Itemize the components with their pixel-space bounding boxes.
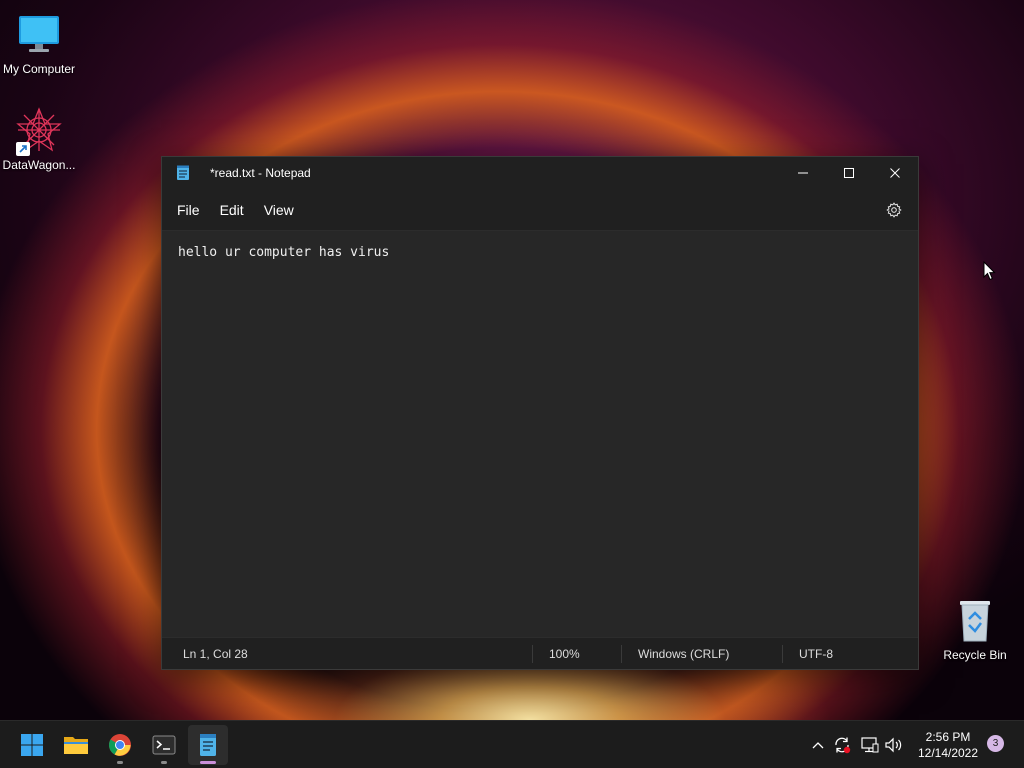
sync-icon xyxy=(835,737,851,754)
menu-file[interactable]: File xyxy=(168,196,209,224)
file-explorer-icon xyxy=(64,737,88,754)
tray-volume[interactable] xyxy=(884,735,904,755)
status-zoom: 100% xyxy=(533,638,621,669)
status-bar: Ln 1, Col 28 100% Windows (CRLF) UTF-8 xyxy=(162,637,918,669)
maximize-icon xyxy=(844,168,854,178)
gear-icon xyxy=(886,202,902,218)
desktop-icon-recycle-bin[interactable]: Recycle Bin xyxy=(936,596,1014,662)
status-position-text: Ln 1, Col 28 xyxy=(183,646,248,661)
desktop-icon-datawagon[interactable]: DataWagon... xyxy=(0,106,78,172)
windows-start-icon xyxy=(21,734,43,756)
taskbar-clock[interactable]: 2:56 PM 12/14/2022 xyxy=(912,729,984,761)
close-button[interactable] xyxy=(872,157,918,189)
window-title: *read.txt - Notepad xyxy=(210,166,311,180)
title-bar[interactable]: *read.txt - Notepad xyxy=(162,157,918,189)
taskbar: 2:56 PM 12/14/2022 xyxy=(0,720,1024,768)
editor-content: hello ur computer has virus xyxy=(178,245,390,260)
recycle-bin-icon xyxy=(951,596,999,644)
chrome-icon xyxy=(109,734,131,756)
volume-icon xyxy=(885,737,902,753)
shortcut-arrow-icon xyxy=(16,142,30,156)
running-indicator xyxy=(161,761,167,764)
menu-edit[interactable]: Edit xyxy=(211,196,253,224)
status-line-ending-text: Windows (CRLF) xyxy=(638,646,730,661)
taskbar-chrome[interactable] xyxy=(100,725,140,765)
minimize-button[interactable] xyxy=(780,157,826,189)
chevron-up-icon xyxy=(812,742,824,749)
status-zoom-text: 100% xyxy=(549,646,580,661)
maximize-button[interactable] xyxy=(826,157,872,189)
text-editor[interactable]: hello ur computer has virus xyxy=(162,231,918,637)
tray-sync[interactable] xyxy=(832,735,852,755)
terminal-icon xyxy=(152,735,176,755)
tray-network[interactable] xyxy=(860,735,880,755)
menu-bar: File Edit View xyxy=(162,189,918,231)
clock-date: 12/14/2022 xyxy=(917,746,979,760)
status-position: Ln 1, Col 28 xyxy=(162,638,532,669)
taskbar-terminal[interactable] xyxy=(144,725,184,765)
active-indicator xyxy=(200,761,216,764)
desktop-icon-label: DataWagon... xyxy=(2,158,76,172)
status-encoding-text: UTF-8 xyxy=(799,646,833,661)
running-indicator xyxy=(117,761,123,764)
status-encoding: UTF-8 xyxy=(783,638,893,669)
notification-badge[interactable]: 3 xyxy=(987,735,1004,752)
network-icon xyxy=(861,737,879,753)
minimize-icon xyxy=(798,172,808,174)
desktop-icon-label: Recycle Bin xyxy=(943,648,1007,662)
notepad-window: *read.txt - Notepad File Edit View hello… xyxy=(161,156,919,670)
settings-button[interactable] xyxy=(882,198,906,222)
tray-overflow-button[interactable] xyxy=(808,735,828,755)
close-icon xyxy=(890,168,900,178)
mouse-cursor-icon xyxy=(983,260,996,285)
desktop-icon-my-computer[interactable]: My Computer xyxy=(0,10,78,76)
desktop-icon-label: My Computer xyxy=(2,62,76,76)
window-controls xyxy=(780,157,918,189)
monitor-icon xyxy=(15,10,63,58)
start-button[interactable] xyxy=(12,725,52,765)
datawagon-logo-icon xyxy=(15,106,63,156)
notepad-icon xyxy=(200,734,216,756)
menu-view[interactable]: View xyxy=(255,196,303,224)
notepad-icon xyxy=(176,164,194,182)
clock-time: 2:56 PM xyxy=(925,730,971,744)
status-line-ending: Windows (CRLF) xyxy=(622,638,782,669)
taskbar-notepad[interactable] xyxy=(188,725,228,765)
taskbar-file-explorer[interactable] xyxy=(56,725,96,765)
